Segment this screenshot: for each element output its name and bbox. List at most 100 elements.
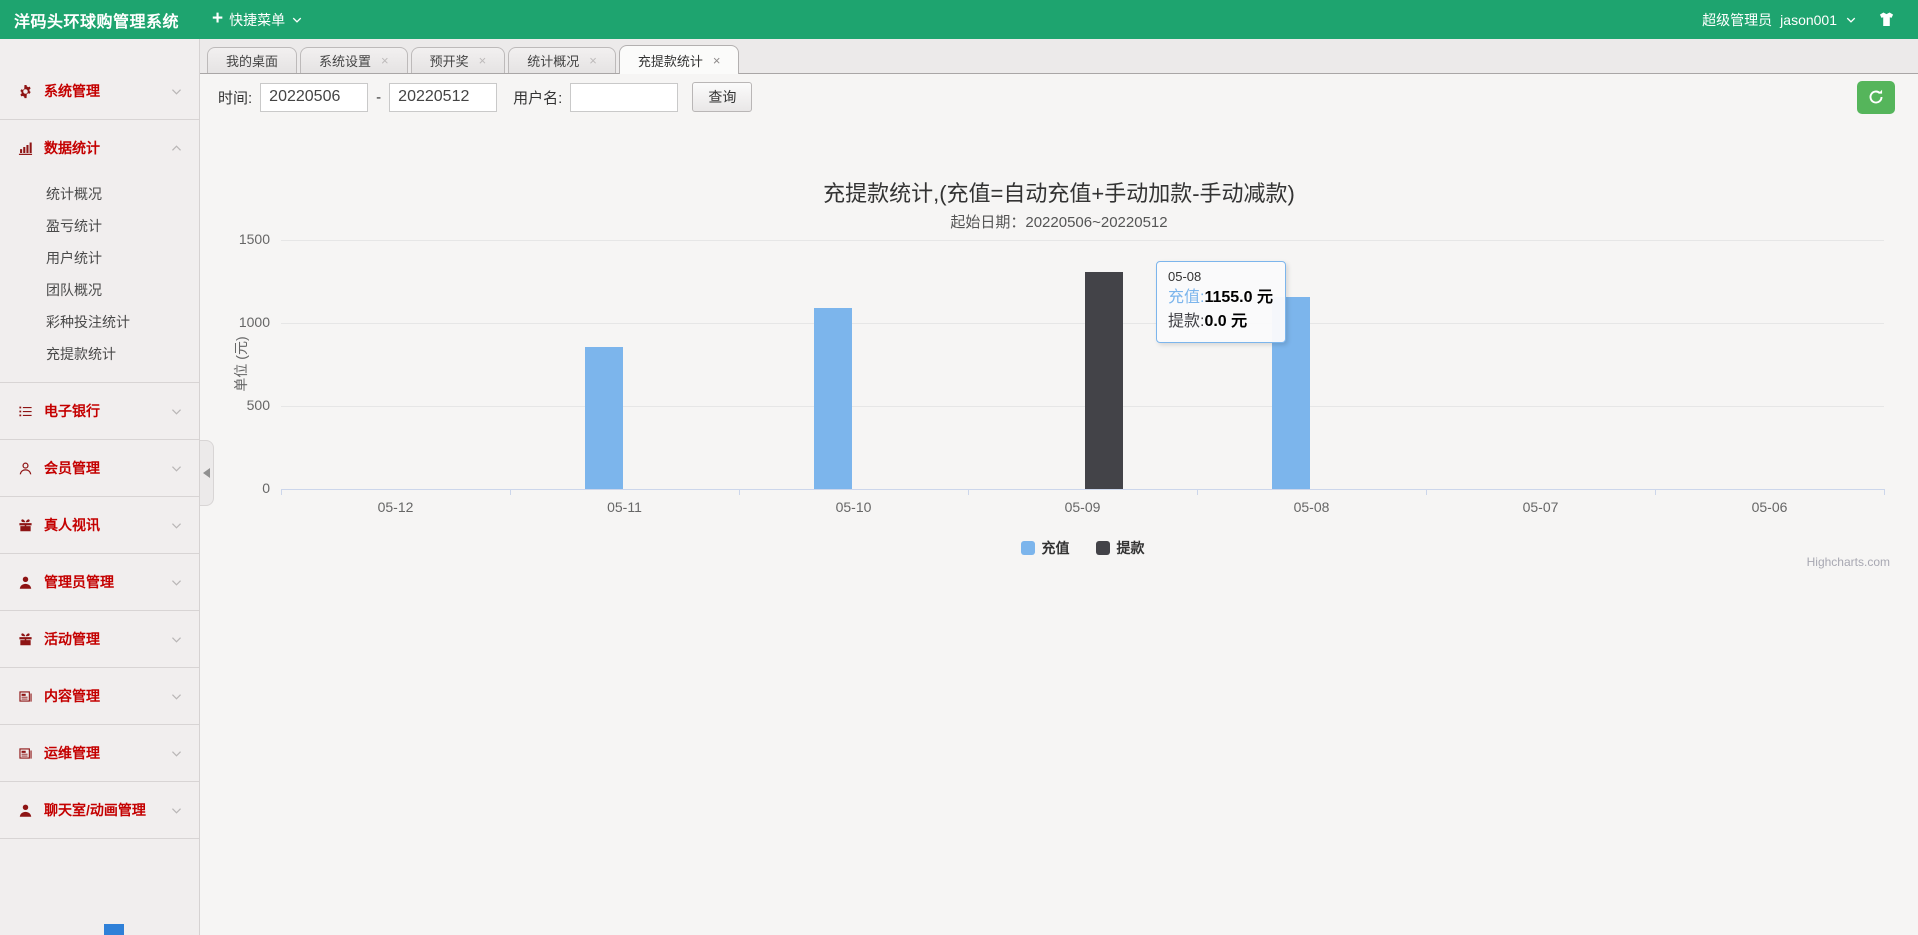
app-title: 洋码头环球购管理系统	[14, 8, 179, 32]
sidebar-group-2: 电子银行	[0, 383, 199, 440]
sidebar-group-8: 运维管理	[0, 725, 199, 782]
sidebar-group-label: 运维管理	[44, 743, 100, 763]
main-content: 我的桌面系统设置×预开奖×统计概况×充提款统计× 时间: - 用户名: 查询 充…	[200, 39, 1918, 935]
sidebar-group-0: 系统管理	[0, 63, 199, 120]
date-separator: -	[376, 89, 381, 106]
bottom-scroll-thumb[interactable]	[104, 924, 124, 935]
date-to-input[interactable]	[389, 83, 497, 112]
sidebar-subitem[interactable]: 盈亏统计	[0, 210, 199, 242]
legend-swatch	[1096, 541, 1110, 555]
x-axis-label: 05-08	[1267, 499, 1357, 515]
date-from-input[interactable]	[260, 83, 368, 112]
x-axis-label: 05-11	[580, 499, 670, 515]
search-button[interactable]: 查询	[692, 82, 752, 112]
x-axis-label: 05-07	[1496, 499, 1586, 515]
filter-bar: 时间: - 用户名: 查询	[200, 74, 1918, 120]
sidebar-subitem[interactable]: 用户统计	[0, 242, 199, 274]
chart-bar-充值-05-11[interactable]	[585, 347, 623, 489]
y-axis-label: 1500	[208, 231, 270, 247]
x-axis-tick	[1426, 489, 1427, 495]
tab-4[interactable]: 充提款统计×	[619, 45, 740, 74]
tab-close-icon[interactable]: ×	[479, 54, 487, 67]
sidebar-group-item-8[interactable]: 运维管理	[0, 725, 199, 781]
sidebar-group-item-5[interactable]: 管理员管理	[0, 554, 199, 610]
user-menu[interactable]: 超级管理员 jason001	[1702, 10, 1857, 30]
x-axis-tick	[510, 489, 511, 495]
sidebar-group-item-0[interactable]: 系统管理	[0, 63, 199, 119]
y-axis-label: 500	[208, 397, 270, 413]
sidebar-subitem[interactable]: 彩种投注统计	[0, 306, 199, 338]
time-label: 时间:	[218, 87, 252, 108]
sidebar-group-item-1[interactable]: 数据统计	[0, 120, 199, 176]
tab-0[interactable]: 我的桌面	[207, 47, 297, 73]
gridline	[281, 323, 1884, 324]
user-role: 超级管理员	[1702, 10, 1772, 30]
x-axis-label: 05-09	[1038, 499, 1128, 515]
chart-bar-提款-05-09[interactable]	[1085, 272, 1123, 489]
sidebar-group-item-6[interactable]: 活动管理	[0, 611, 199, 667]
sidebar-group-label: 系统管理	[44, 81, 100, 101]
highcharts-credit[interactable]: Highcharts.com	[200, 555, 1890, 569]
tab-close-icon[interactable]: ×	[381, 54, 389, 67]
chart-bar-充值-05-10[interactable]	[814, 308, 852, 489]
chevron-up-icon	[170, 142, 183, 155]
sidebar-collapse-handle[interactable]	[200, 440, 214, 506]
user-solid-icon	[16, 802, 35, 819]
bar-chart-icon	[16, 140, 35, 157]
top-header: 洋码头环球购管理系统 + 快捷菜单 超级管理员 jason001	[0, 0, 1918, 39]
sidebar-group-4: 真人视讯	[0, 497, 199, 554]
tooltip-rows: 充值:1155.0 元提款:0.0 元	[1168, 286, 1273, 334]
chevron-down-icon	[170, 462, 183, 475]
quick-menu-button[interactable]: + 快捷菜单	[212, 10, 303, 30]
x-axis-tick	[739, 489, 740, 495]
user-outline-icon	[16, 460, 35, 477]
chevron-down-icon	[1845, 14, 1857, 26]
sidebar-group-item-7[interactable]: 内容管理	[0, 668, 199, 724]
plus-icon: +	[212, 9, 223, 28]
sidebar-group-item-2[interactable]: 电子银行	[0, 383, 199, 439]
sidebar-subitem[interactable]: 统计概况	[0, 178, 199, 210]
x-axis-label: 05-10	[809, 499, 899, 515]
chevron-down-icon	[170, 804, 183, 817]
sidebar-group-9: 聊天室/动画管理	[0, 782, 199, 839]
sidebar-group-label: 数据统计	[44, 138, 100, 158]
tooltip-header: 05-08	[1168, 269, 1273, 284]
gear-icon	[16, 83, 35, 100]
username-label: 用户名:	[513, 87, 562, 108]
tab-label: 我的桌面	[226, 51, 278, 70]
content-panel: 时间: - 用户名: 查询 充提款统计,(充值=自动充值+手动加款-手动减款) …	[200, 73, 1918, 935]
sidebar-group-label: 会员管理	[44, 458, 100, 478]
tooltip-row: 充值:1155.0 元	[1168, 286, 1273, 310]
sidebar-group-item-4[interactable]: 真人视讯	[0, 497, 199, 553]
chevron-down-icon	[170, 690, 183, 703]
sidebar-group-6: 活动管理	[0, 611, 199, 668]
refresh-button[interactable]	[1857, 81, 1895, 114]
sidebar-group-label: 聊天室/动画管理	[44, 800, 146, 820]
sidebar-group-item-3[interactable]: 会员管理	[0, 440, 199, 496]
chevron-down-icon	[170, 405, 183, 418]
quick-menu-label: 快捷菜单	[229, 10, 285, 30]
chart-subtitle: 起始日期：20220506~20220512	[200, 211, 1918, 232]
user-name: jason001	[1780, 12, 1837, 28]
sidebar-subitem[interactable]: 充提款统计	[0, 338, 199, 370]
sidebar-subitem[interactable]: 团队概况	[0, 274, 199, 306]
legend-swatch	[1021, 541, 1035, 555]
sidebar-submenu: 统计概况盈亏统计用户统计团队概况彩种投注统计充提款统计	[0, 176, 199, 382]
tab-label: 预开奖	[430, 51, 469, 70]
chevron-down-icon	[170, 576, 183, 589]
tab-3[interactable]: 统计概况×	[508, 47, 616, 73]
chevron-down-icon	[170, 85, 183, 98]
theme-shirt-icon[interactable]	[1877, 11, 1896, 28]
newspaper-icon	[16, 688, 35, 705]
tab-2[interactable]: 预开奖 ×	[411, 47, 506, 73]
sidebar-group-3: 会员管理	[0, 440, 199, 497]
chart-tooltip: 05-08 充值:1155.0 元提款:0.0 元	[1156, 261, 1286, 343]
sidebar-group-item-9[interactable]: 聊天室/动画管理	[0, 782, 199, 838]
username-input[interactable]	[570, 83, 678, 112]
chevron-down-icon	[291, 14, 303, 26]
list-icon	[16, 403, 35, 420]
tab-close-icon[interactable]: ×	[713, 54, 721, 67]
tab-label: 系统设置	[319, 51, 371, 70]
tab-1[interactable]: 系统设置 ×	[300, 47, 408, 73]
tab-close-icon[interactable]: ×	[589, 54, 597, 67]
